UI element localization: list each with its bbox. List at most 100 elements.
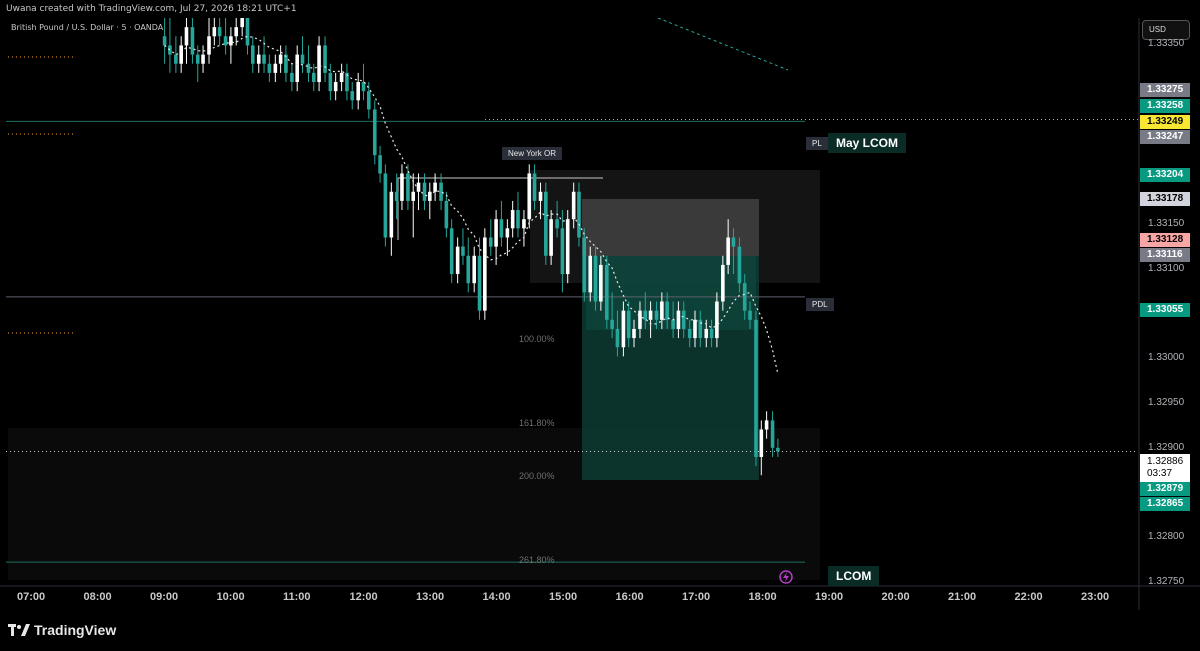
candle-body-64 [516,210,520,229]
candle-body-94 [681,310,686,329]
brand-name: TradingView [34,622,117,638]
stop-zone-box [582,199,759,256]
candle-body-110 [770,420,775,448]
candle-body-24 [295,54,299,83]
candle-body-35 [356,82,360,101]
time-tick: 22:00 [1014,591,1043,603]
candle-body-31 [333,82,338,92]
candle-body-92 [671,319,675,329]
candle-body-22 [284,54,288,73]
candle-body-15 [245,18,250,46]
candle-body-59 [488,237,493,247]
time-tick: 18:00 [748,591,777,603]
pl-flag[interactable]: PL [806,137,828,150]
candle-body-106 [748,310,752,320]
candle-body-39 [378,155,382,174]
candle-body-52 [449,228,454,275]
candle-body-75 [577,191,581,238]
price-tick: 1.32800 [1148,531,1185,542]
candle-body-45 [411,191,416,201]
candle-body-78 [593,255,598,302]
candle-body-85 [632,328,636,339]
lcom-label[interactable]: LCOM [828,566,880,586]
fib-161-label: 161.80% [519,418,555,428]
candle-body-44 [406,173,410,201]
candle-body-28 [317,45,321,83]
candle-body-103 [731,237,736,247]
candle-body-18 [262,54,266,64]
time-tick: 16:00 [615,591,644,603]
candle-body-19 [267,63,272,73]
candle-body-42 [394,191,399,201]
candle-body-107 [754,319,758,457]
candle-body-12 [229,36,233,46]
countdown-timer: 03:37 [1147,468,1173,479]
candle-body-47 [422,182,427,201]
candle-body-74 [571,191,576,220]
candle-body-109 [764,420,769,430]
candle-body-32 [339,72,344,83]
candle-body-100 [715,301,719,339]
candle-body-89 [654,310,659,320]
candle-body-43 [400,173,404,201]
price-badge: 1.33128 [1140,233,1190,247]
may-lcom-label[interactable]: May LCOM [828,133,907,153]
currency-button[interactable]: USD [1142,20,1190,40]
candle-body-2 [174,54,178,64]
entry-zone-box [586,256,756,330]
price-badge: 1.33247 [1140,130,1190,144]
candle-body-55 [466,255,471,284]
time-tick: 07:00 [17,591,46,603]
time-tick: 12:00 [349,591,378,603]
candle-body-63 [510,210,515,229]
candle-body-1 [168,45,172,55]
candle-body-91 [665,301,669,320]
new-york-or-flag[interactable]: New York OR [502,147,563,160]
time-tick: 11:00 [283,591,311,603]
pdl-flag[interactable]: PDL [806,298,834,311]
price-badge: 1.33258 [1140,99,1190,113]
candle-body-111 [776,447,780,452]
candle-body-54 [461,246,465,256]
footer-brand[interactable]: TradingView [8,622,116,638]
time-tick: 21:00 [948,591,977,603]
candle-body-57 [477,255,482,311]
price-badge: 1.32865 [1140,497,1190,511]
candle-body-82 [615,328,620,348]
candle-body-37 [367,91,371,110]
price-tick: 1.33150 [1148,218,1185,229]
candle-body-38 [372,109,377,156]
candle-body-61 [499,219,504,238]
candle-body-105 [742,283,747,311]
price-chart[interactable] [0,0,1200,651]
price-tick: 1.33350 [1148,38,1185,49]
price-badge: 1.33178 [1140,192,1190,206]
candle-body-26 [306,63,311,73]
candle-body-62 [505,228,510,238]
candle-body-76 [582,237,587,293]
candle-body-104 [737,246,742,284]
candle-body-6 [195,54,200,64]
candle-body-69 [544,191,548,256]
candle-body-77 [588,255,593,293]
time-tick: 14:00 [482,591,511,603]
candle-body-29 [323,45,327,73]
candle-body-102 [726,237,730,265]
candle-body-88 [648,310,653,320]
candle-body-50 [439,182,443,201]
candle-body-51 [444,200,449,229]
candle-body-3 [179,45,183,64]
candle-body-20 [273,63,278,73]
candle-body-72 [560,228,565,275]
candle-body-56 [472,255,477,284]
price-tick: 1.32900 [1148,442,1185,453]
candle-body-93 [676,310,681,329]
time-tick: 17:00 [682,591,711,603]
symbol-title[interactable]: British Pound / U.S. Dollar · 5 · OANDA [11,23,163,32]
candle-body-10 [217,27,222,37]
time-tick: 20:00 [881,591,910,603]
price-badge: 1.33055 [1140,303,1190,317]
price-badge: 1.33275 [1140,83,1190,97]
candle-body-71 [555,219,559,229]
candle-body-68 [538,191,543,201]
